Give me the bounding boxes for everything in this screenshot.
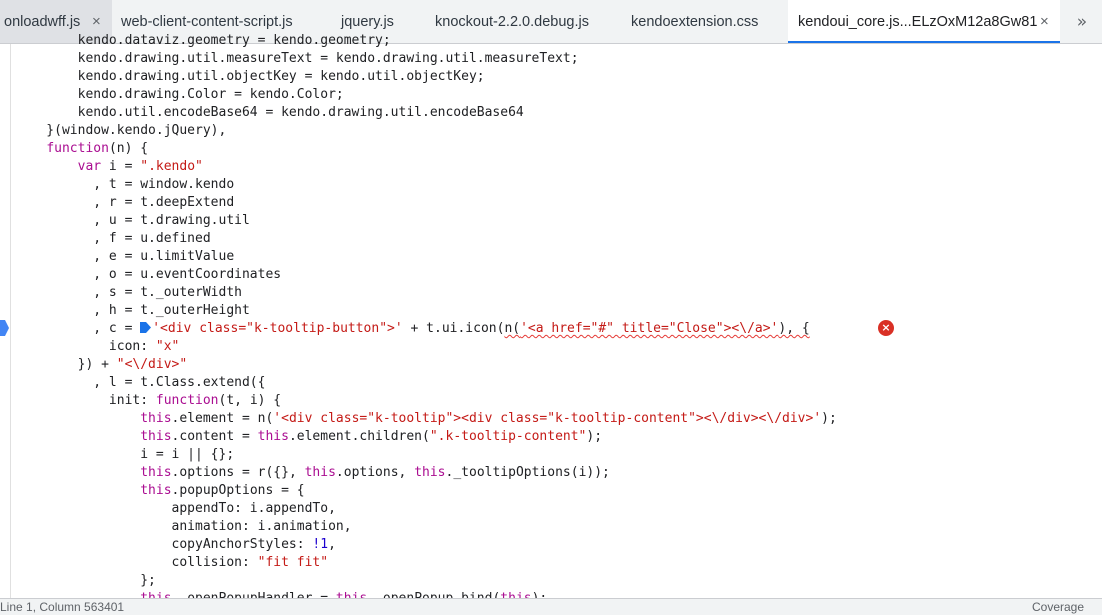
code-line[interactable]: }) + "<\/div>" [15,356,188,374]
code-line[interactable]: , l = t.Class.extend({ [15,374,265,392]
inline-breakpoint-icon[interactable] [140,322,152,333]
status-bar: Line 1, Column 563401 Coverage [0,598,1102,615]
code-line[interactable]: }; [15,572,156,590]
code-line[interactable]: kendo.drawing.Color = kendo.Color; [15,86,344,104]
code-line[interactable]: var i = ".kendo" [15,158,203,176]
code-line[interactable]: this.options = r({}, this.options, this.… [15,464,610,482]
code-line[interactable]: kendo.util.encodeBase64 = kendo.drawing.… [15,104,524,122]
code-line[interactable]: this.content = this.element.children(".k… [15,428,602,446]
code-line[interactable]: kendo.drawing.util.measureText = kendo.d… [15,50,579,68]
code-line[interactable]: this._openPopupHandler = this._openPopup… [15,590,547,598]
code-line[interactable]: animation: i.animation, [15,518,352,536]
code-line[interactable]: , h = t._outerHeight [15,302,250,320]
code-line[interactable]: kendo.drawing.util.objectKey = kendo.uti… [15,68,485,86]
error-icon[interactable]: × [878,320,894,336]
code-line[interactable]: init: function(t, i) { [15,392,281,410]
code-line[interactable]: function(n) { [15,140,148,158]
code-line[interactable]: copyAnchorStyles: !1, [15,536,336,554]
code-line[interactable]: i = i || {}; [15,446,234,464]
code-line[interactable]: , t = window.kendo [15,176,234,194]
code-line[interactable]: collision: "fit fit" [15,554,329,572]
breakpoint-marker-icon[interactable] [0,320,9,336]
code-line[interactable]: , s = t._outerWidth [15,284,242,302]
code-line[interactable]: , e = u.limitValue [15,248,234,266]
code-line[interactable]: , u = t.drawing.util [15,212,250,230]
code-editor[interactable]: kendo.dataviz.geometry = kendo.geometry;… [0,0,1102,598]
code-line[interactable]: , r = t.deepExtend [15,194,234,212]
code-line[interactable]: kendo.dataviz.geometry = kendo.geometry; [15,32,391,50]
code-line[interactable]: }(window.kendo.jQuery), [15,122,226,140]
code-line[interactable]: , o = u.eventCoordinates [15,266,281,284]
code-line[interactable]: this.popupOptions = { [15,482,304,500]
code-line[interactable]: appendTo: i.appendTo, [15,500,336,518]
code-line[interactable]: , c = '<div class="k-tooltip-button">' +… [15,320,809,338]
coverage-label[interactable]: Coverage [1032,600,1084,614]
code-line[interactable]: , f = u.defined [15,230,210,248]
code-line[interactable]: icon: "x" [15,338,179,356]
cursor-position[interactable]: Line 1, Column 563401 [0,600,124,614]
code-line[interactable]: this.element = n('<div class="k-tooltip"… [15,410,837,428]
